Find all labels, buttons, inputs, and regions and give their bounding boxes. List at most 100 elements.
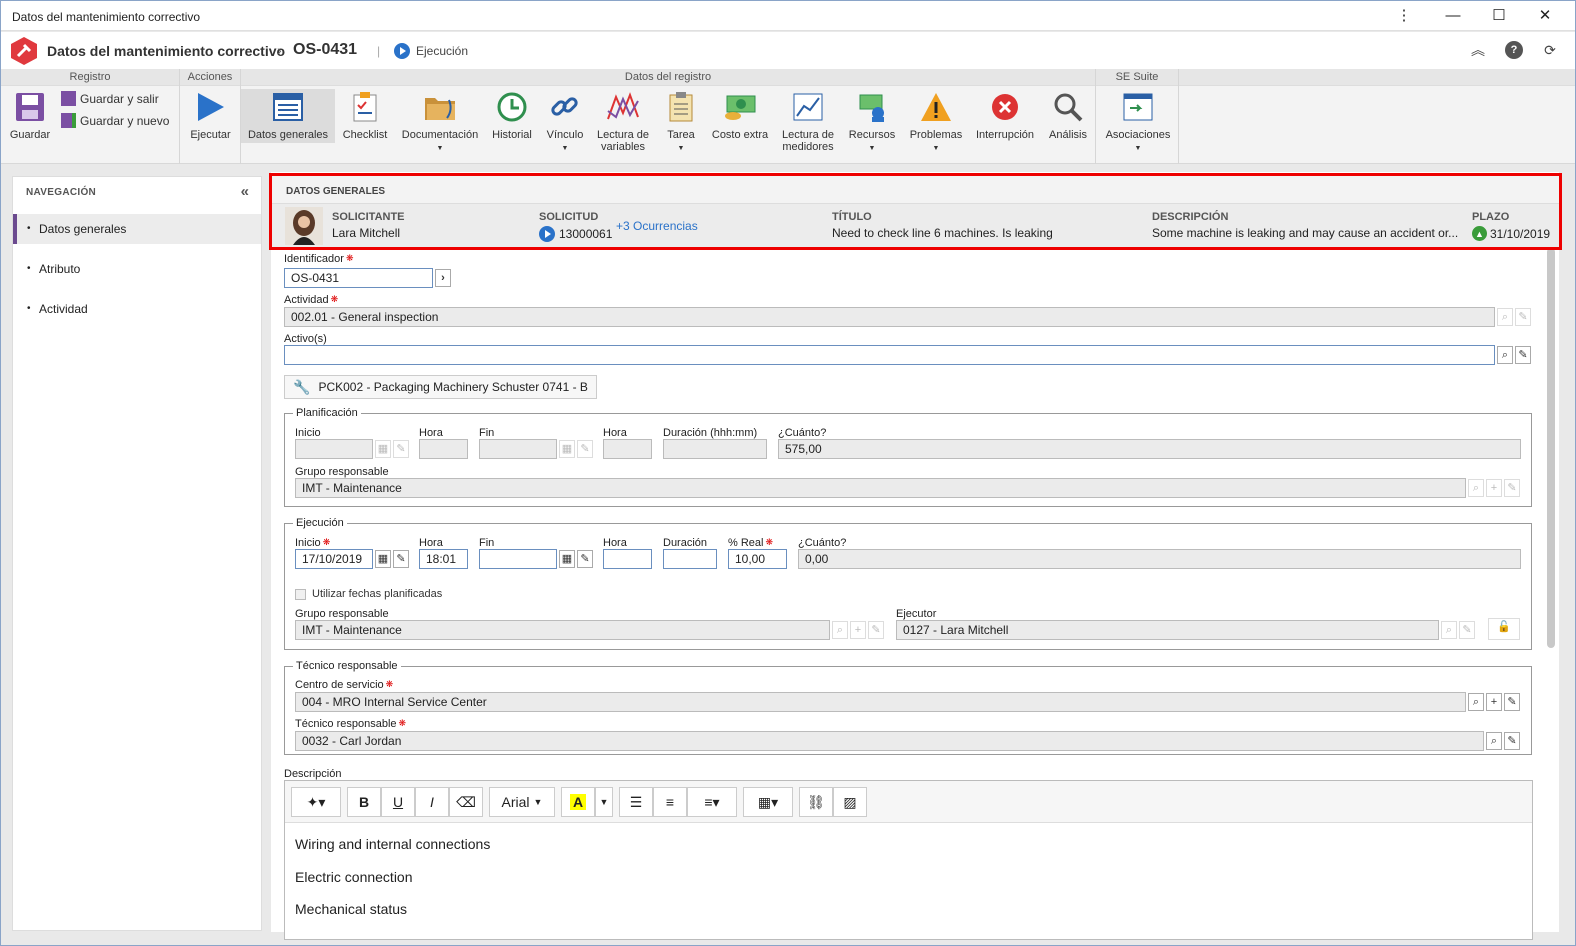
exec-duration-field[interactable]	[663, 549, 717, 569]
service-center-add-icon[interactable]: +	[1486, 693, 1502, 711]
service-center-clear-icon[interactable]: ✎	[1504, 693, 1520, 711]
underline-icon[interactable]: U	[381, 787, 415, 817]
plan-amount-field[interactable]: 575,00	[778, 439, 1521, 459]
plan-hour-field[interactable]	[419, 439, 468, 459]
service-center-search-icon[interactable]: ⌕	[1468, 693, 1484, 711]
highlight-color-icon[interactable]: A	[561, 787, 595, 817]
executor-lock-icon[interactable]: 🔓	[1488, 618, 1520, 640]
exec-start-calendar-icon[interactable]: ▦	[375, 550, 391, 568]
close-window-button[interactable]: ✕	[1523, 5, 1567, 27]
font-select[interactable]: Arial ▼	[489, 787, 555, 817]
planning-legend: Planificación	[296, 407, 358, 419]
collapse-up-icon[interactable]: ︽	[1469, 41, 1487, 59]
highlight-dropdown-icon[interactable]: ▼	[595, 787, 613, 817]
exec-end-clear-icon[interactable]: ✎	[577, 550, 593, 568]
maximize-button[interactable]: ☐	[1477, 5, 1521, 27]
plan-group-clear-icon[interactable]: ✎	[1504, 479, 1520, 497]
help-icon[interactable]: ?	[1505, 41, 1523, 59]
assets-clear-icon[interactable]: ✎	[1515, 346, 1531, 364]
asset-chip[interactable]: 🔧 PCK002 - Packaging Machinery Schuster 0…	[284, 375, 597, 399]
executor-clear-icon[interactable]: ✎	[1459, 621, 1475, 639]
bold-icon[interactable]: B	[347, 787, 381, 817]
problems-button[interactable]: Problemas ▼	[905, 89, 967, 155]
documentation-button[interactable]: Documentación ▼	[399, 89, 481, 155]
resources-button[interactable]: Recursos ▼	[841, 89, 903, 155]
request-value[interactable]: 13000061	[559, 227, 612, 241]
activity-field[interactable]: 002.01 - General inspection	[284, 307, 1495, 327]
plan-start-calendar-icon[interactable]: ▦	[375, 440, 391, 458]
task-button[interactable]: Tarea ▼	[655, 89, 707, 155]
activity-clear-icon[interactable]: ✎	[1515, 308, 1531, 326]
plan-group-search-icon[interactable]: ⌕	[1468, 479, 1484, 497]
exec-end-field[interactable]	[479, 549, 557, 569]
link-button[interactable]: Vínculo ▼	[539, 89, 591, 155]
history-button[interactable]: Historial	[485, 89, 539, 141]
nav-item-actividad[interactable]: Actividad	[13, 294, 261, 324]
checkbox-box[interactable]	[295, 588, 306, 600]
identifier-field[interactable]: OS-0431	[284, 268, 433, 288]
plan-end-hour-field[interactable]	[603, 439, 652, 459]
table-icon[interactable]: ▦▾	[743, 787, 793, 817]
nav-item-atributo[interactable]: Atributo	[13, 254, 261, 284]
executor-field[interactable]: 0127 - Lara Mitchell	[896, 620, 1439, 640]
plan-end-field[interactable]	[479, 439, 557, 459]
executor-search-icon[interactable]: ⌕	[1441, 621, 1457, 639]
save-and-exit-button[interactable]: Guardar y salir	[61, 91, 159, 106]
eraser-icon[interactable]: ⌫	[449, 787, 483, 817]
plan-group-field[interactable]: IMT - Maintenance	[295, 478, 1466, 498]
exec-end-hour-field[interactable]	[603, 549, 652, 569]
exec-group-field[interactable]: IMT - Maintenance	[295, 620, 830, 640]
image-icon[interactable]: ▨	[833, 787, 867, 817]
rich-text-editor[interactable]: ✦▾ B U I ⌫ Arial ▼ A ▼ ☰ ≡ ≡▾ ▦▾ ⛓ ▨ Wiri…	[284, 780, 1533, 940]
identifier-next-icon[interactable]: ›	[435, 269, 451, 287]
minimize-button[interactable]: —	[1431, 5, 1475, 27]
bullet-list-icon[interactable]: ☰	[619, 787, 653, 817]
avatar	[285, 207, 323, 245]
italic-icon[interactable]: I	[415, 787, 449, 817]
associations-button[interactable]: Asociaciones ▼	[1100, 89, 1176, 155]
technician-search-icon[interactable]: ⌕	[1486, 732, 1502, 750]
use-planned-dates-checkbox[interactable]: Utilizar fechas planificadas	[295, 588, 442, 600]
exec-amount-field[interactable]: 0,00	[798, 549, 1521, 569]
exec-group-search-icon[interactable]: ⌕	[832, 621, 848, 639]
save-button[interactable]: Guardar	[1, 89, 59, 141]
extra-cost-button[interactable]: Costo extra	[707, 89, 773, 141]
occurrences-link[interactable]: +3 Ocurrencias	[616, 219, 698, 233]
exec-start-field[interactable]: 17/10/2019	[295, 549, 373, 569]
magic-format-icon[interactable]: ✦▾	[291, 787, 341, 817]
scrollbar[interactable]	[1547, 248, 1555, 648]
nav-item-datos-generales[interactable]: Datos generales	[13, 214, 261, 244]
plan-end-calendar-icon[interactable]: ▦	[559, 440, 575, 458]
align-icon[interactable]: ≡▾	[687, 787, 737, 817]
plan-end-clear-icon[interactable]: ✎	[577, 440, 593, 458]
refresh-icon[interactable]: ⟳	[1541, 41, 1559, 59]
analysis-button[interactable]: Análisis	[1041, 89, 1095, 141]
technician-field[interactable]: 0032 - Carl Jordan	[295, 731, 1484, 751]
plan-start-clear-icon[interactable]: ✎	[393, 440, 409, 458]
assets-search-icon[interactable]: ⌕	[1497, 346, 1513, 364]
exec-hour-field[interactable]: 18:01	[419, 549, 468, 569]
plan-duration-field[interactable]	[663, 439, 767, 459]
plan-group-add-icon[interactable]: +	[1486, 479, 1502, 497]
exec-group-add-icon[interactable]: +	[850, 621, 866, 639]
link-insert-icon[interactable]: ⛓	[799, 787, 833, 817]
more-options-icon[interactable]: ⋮	[1382, 5, 1426, 27]
exec-start-clear-icon[interactable]: ✎	[393, 550, 409, 568]
activity-search-icon[interactable]: ⌕	[1497, 308, 1513, 326]
technician-clear-icon[interactable]: ✎	[1504, 732, 1520, 750]
read-meters-button[interactable]: Lectura de medidores	[775, 89, 841, 153]
service-center-field[interactable]: 004 - MRO Internal Service Center	[295, 692, 1466, 712]
save-and-new-button[interactable]: Guardar y nuevo	[61, 113, 169, 128]
general-data-button[interactable]: Datos generales	[241, 89, 335, 143]
interruption-button[interactable]: Interrupción	[971, 89, 1039, 141]
plan-start-field[interactable]	[295, 439, 373, 459]
exec-end-calendar-icon[interactable]: ▦	[559, 550, 575, 568]
execute-button[interactable]: Ejecutar	[180, 89, 241, 141]
numbered-list-icon[interactable]: ≡	[653, 787, 687, 817]
assets-field[interactable]	[284, 345, 1495, 365]
collapse-left-icon[interactable]: «	[241, 183, 249, 200]
exec-real-field[interactable]: 10,00	[728, 549, 787, 569]
checklist-button[interactable]: Checklist	[337, 89, 393, 141]
read-variables-button[interactable]: Lectura de variables	[591, 89, 655, 153]
exec-group-clear-icon[interactable]: ✎	[868, 621, 884, 639]
